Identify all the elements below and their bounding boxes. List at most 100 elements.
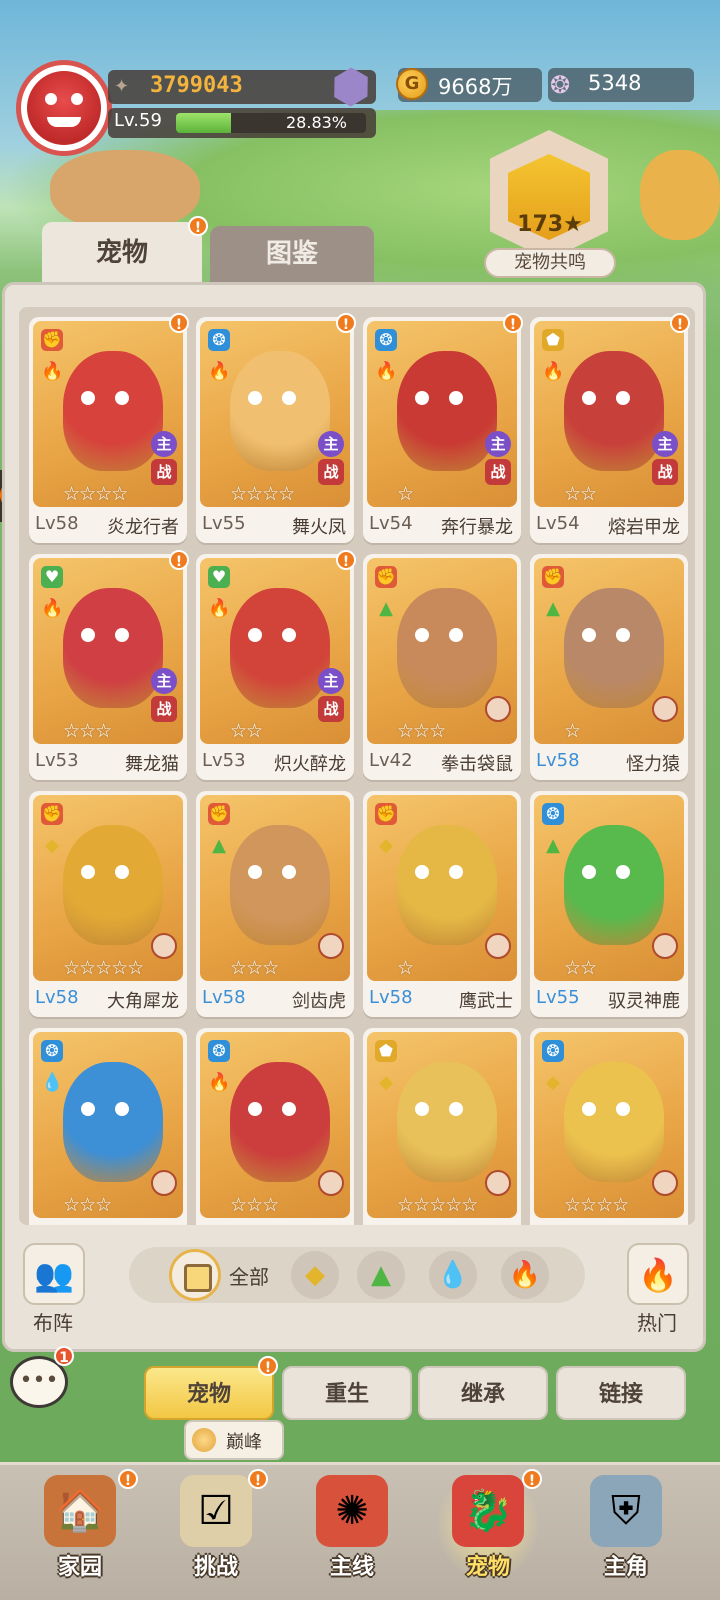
subtab-link[interactable]: 链接 xyxy=(556,1366,686,1420)
subtab-pets[interactable]: 宠物 xyxy=(144,1366,274,1420)
nav-hero[interactable]: ⛨ 主角 xyxy=(566,1475,686,1595)
pet-portrait: ✊ ▲ ☆☆☆ xyxy=(200,795,350,981)
gold-currency[interactable]: G 9668万 xyxy=(396,68,542,102)
pet-portrait: ❂ 🔥 主战 ☆☆☆☆ xyxy=(200,321,350,507)
pet-card[interactable]: ❂ 💧 ☆☆☆ xyxy=(29,1028,187,1225)
combat-power-value: 3799043 xyxy=(150,73,243,98)
grass-icon[interactable]: ▲ xyxy=(357,1251,405,1299)
exp-percent: 28.83% xyxy=(286,113,348,132)
pet-level: Lv58 xyxy=(369,987,413,1008)
pet-portrait: ✊ 🔥 主战 ☆☆☆☆ xyxy=(33,321,183,507)
subtab-rebirth[interactable]: 重生 xyxy=(282,1366,412,1420)
player-avatar[interactable] xyxy=(16,60,112,156)
pet-eyes xyxy=(248,1102,262,1116)
pet-portrait: ✊ ▲ ☆ xyxy=(534,558,684,744)
element-filter-bar: 全部 ◆ ▲ 💧 🔥 xyxy=(129,1247,585,1303)
pet-eyes xyxy=(248,865,262,879)
pet-card-footer: Lv54 奔行暴龙 xyxy=(363,511,521,541)
star-rating: ☆☆☆☆ xyxy=(564,1194,629,1216)
pet-resonance-button[interactable]: 173★ 宠物共鸣 xyxy=(480,130,620,280)
battle-pet-badge: 战 xyxy=(318,459,344,485)
owner-avatar-icon xyxy=(151,1170,177,1196)
pet-card[interactable]: ✊ ▲ ☆ Lv58 怪力猿 xyxy=(530,554,688,780)
pet-portrait: ❂ ◆ ☆☆☆☆ xyxy=(534,1032,684,1218)
pet-eyes xyxy=(248,628,262,642)
pet-card[interactable]: ♥ 🔥 主战 ☆☆☆ Lv53 舞龙猫! xyxy=(29,550,189,780)
water-icon[interactable]: 💧 xyxy=(429,1251,477,1299)
pet-portrait: ⬟ 🔥 主战 ☆☆ xyxy=(534,321,684,507)
filter-all-button[interactable] xyxy=(169,1249,221,1301)
subtab-inherit[interactable]: 继承 xyxy=(418,1366,548,1420)
earth-element-icon: ◆ xyxy=(379,835,393,856)
owner-avatar-icon xyxy=(485,1170,511,1196)
pet-portrait: ✊ ◆ ☆ xyxy=(367,795,517,981)
nav-mainline[interactable]: ✺ 主线 xyxy=(292,1475,412,1595)
pet-level: Lv42 xyxy=(369,750,413,771)
tab-pets[interactable]: 宠物 xyxy=(42,222,202,284)
pet-card[interactable]: ✊ ▲ ☆☆☆ Lv42 拳击袋鼠 xyxy=(363,554,521,780)
pet-level: Lv53 xyxy=(202,750,246,771)
star-rating: ☆☆☆ xyxy=(397,720,446,742)
pet-card[interactable]: ❂ ▲ ☆☆ Lv55 驭灵神鹿 xyxy=(530,791,688,1017)
nav-challenge-label: 挑战 xyxy=(193,1555,238,1580)
star-rating: ☆☆ xyxy=(564,957,597,979)
pet-creature-image xyxy=(564,825,664,945)
pet-grid[interactable]: ✊ 🔥 主战 ☆☆☆☆ Lv58 炎龙行者! ❂ 🔥 主战 ☆☆☆☆ Lv55 舞火凤! ❂ 🔥 主战 ☆ Lv… xyxy=(19,307,695,1225)
formation-button[interactable]: 👥 xyxy=(23,1243,85,1305)
nav-home-alert-icon: ! xyxy=(118,1469,138,1489)
pet-eyes xyxy=(415,628,429,642)
pet-creature-image xyxy=(397,588,497,708)
nav-home-label: 家园 xyxy=(57,1555,102,1580)
earth-icon[interactable]: ◆ xyxy=(291,1251,339,1299)
tab-guide[interactable]: 图鉴 xyxy=(210,226,374,282)
player-level: Lv.59 xyxy=(114,110,162,131)
pet-name: 舞龙猫 xyxy=(125,754,179,775)
red-trait-icon: ✊ xyxy=(208,803,230,825)
peak-label: 巅峰 xyxy=(226,1432,262,1453)
green-trait-icon: ♥ xyxy=(41,566,63,588)
mainline-icon: ✺ xyxy=(316,1475,388,1547)
pet-alert-icon: ! xyxy=(169,550,189,570)
hot-label: 热门 xyxy=(637,1311,677,1335)
chat-badge: 1 xyxy=(54,1346,74,1366)
main-pet-badge: 主 xyxy=(318,431,344,457)
nav-home[interactable]: 🏠 家园 ! xyxy=(20,1469,140,1595)
pet-portrait: ❂ 🔥 主战 ☆ xyxy=(367,321,517,507)
grass-element-icon: ▲ xyxy=(546,835,560,856)
nav-challenge[interactable]: ☑ 挑战 ! xyxy=(156,1469,276,1595)
pet-card[interactable]: ❂ 🔥 主战 ☆☆☆☆ Lv55 舞火凤! xyxy=(196,313,356,543)
rank-badge-icon[interactable] xyxy=(325,61,377,113)
tab-pets-alert-icon: ! xyxy=(188,216,208,236)
pet-card[interactable]: ❂ 🔥 主战 ☆ Lv54 奔行暴龙! xyxy=(363,313,523,543)
pet-alert-icon: ! xyxy=(336,550,356,570)
fire-icon[interactable]: 🔥 xyxy=(501,1251,549,1299)
peak-tag[interactable]: 巅峰 xyxy=(184,1420,284,1460)
pet-portrait: ❂ 💧 ☆☆☆ xyxy=(33,1032,183,1218)
pet-eyes xyxy=(582,1102,596,1116)
pet-card[interactable]: ✊ ◆ ☆☆☆☆☆ Lv58 大角犀龙 xyxy=(29,791,187,1017)
pet-card[interactable]: ✊ ▲ ☆☆☆ Lv58 剑齿虎 xyxy=(196,791,354,1017)
pet-card[interactable]: ⬟ 🔥 主战 ☆☆ Lv54 熔岩甲龙! xyxy=(530,313,690,543)
star-rating: ☆☆☆☆☆ xyxy=(397,1194,478,1216)
owner-avatar-icon xyxy=(652,1170,678,1196)
nav-mainline-label: 主线 xyxy=(329,1555,374,1580)
fire-element-icon: 🔥 xyxy=(542,361,565,382)
pet-card[interactable]: ✊ ◆ ☆ Lv58 鹰武士 xyxy=(363,791,521,1017)
pet-card[interactable]: ⬟ ◆ ☆☆☆☆☆ xyxy=(363,1028,521,1225)
gold-coin-icon: G xyxy=(396,68,428,100)
pet-icon: 🐉 xyxy=(452,1475,524,1547)
earth-element-icon: ◆ xyxy=(379,1072,393,1093)
pet-card[interactable]: ❂ 🔥 ☆☆☆ xyxy=(196,1028,354,1225)
filter-all-label: 全部 xyxy=(229,1265,269,1289)
star-rating: ☆☆☆☆ xyxy=(63,483,128,505)
pet-card[interactable]: ✊ 🔥 主战 ☆☆☆☆ Lv58 炎龙行者! xyxy=(29,313,189,543)
exp-progress-fill xyxy=(176,113,231,133)
pet-alert-icon: ! xyxy=(169,313,189,333)
hot-button[interactable]: 🔥 xyxy=(627,1243,689,1305)
pet-card[interactable]: ♥ 🔥 主战 ☆☆ Lv53 炽火醉龙! xyxy=(196,550,356,780)
nav-pet[interactable]: 🐉 宠物 ! xyxy=(428,1469,548,1595)
shell-currency[interactable]: ❂ 5348 xyxy=(548,68,694,102)
pet-card[interactable]: ❂ ◆ ☆☆☆☆ xyxy=(530,1028,688,1225)
shell-icon: ❂ xyxy=(550,71,571,99)
red-trait-icon: ✊ xyxy=(41,803,63,825)
